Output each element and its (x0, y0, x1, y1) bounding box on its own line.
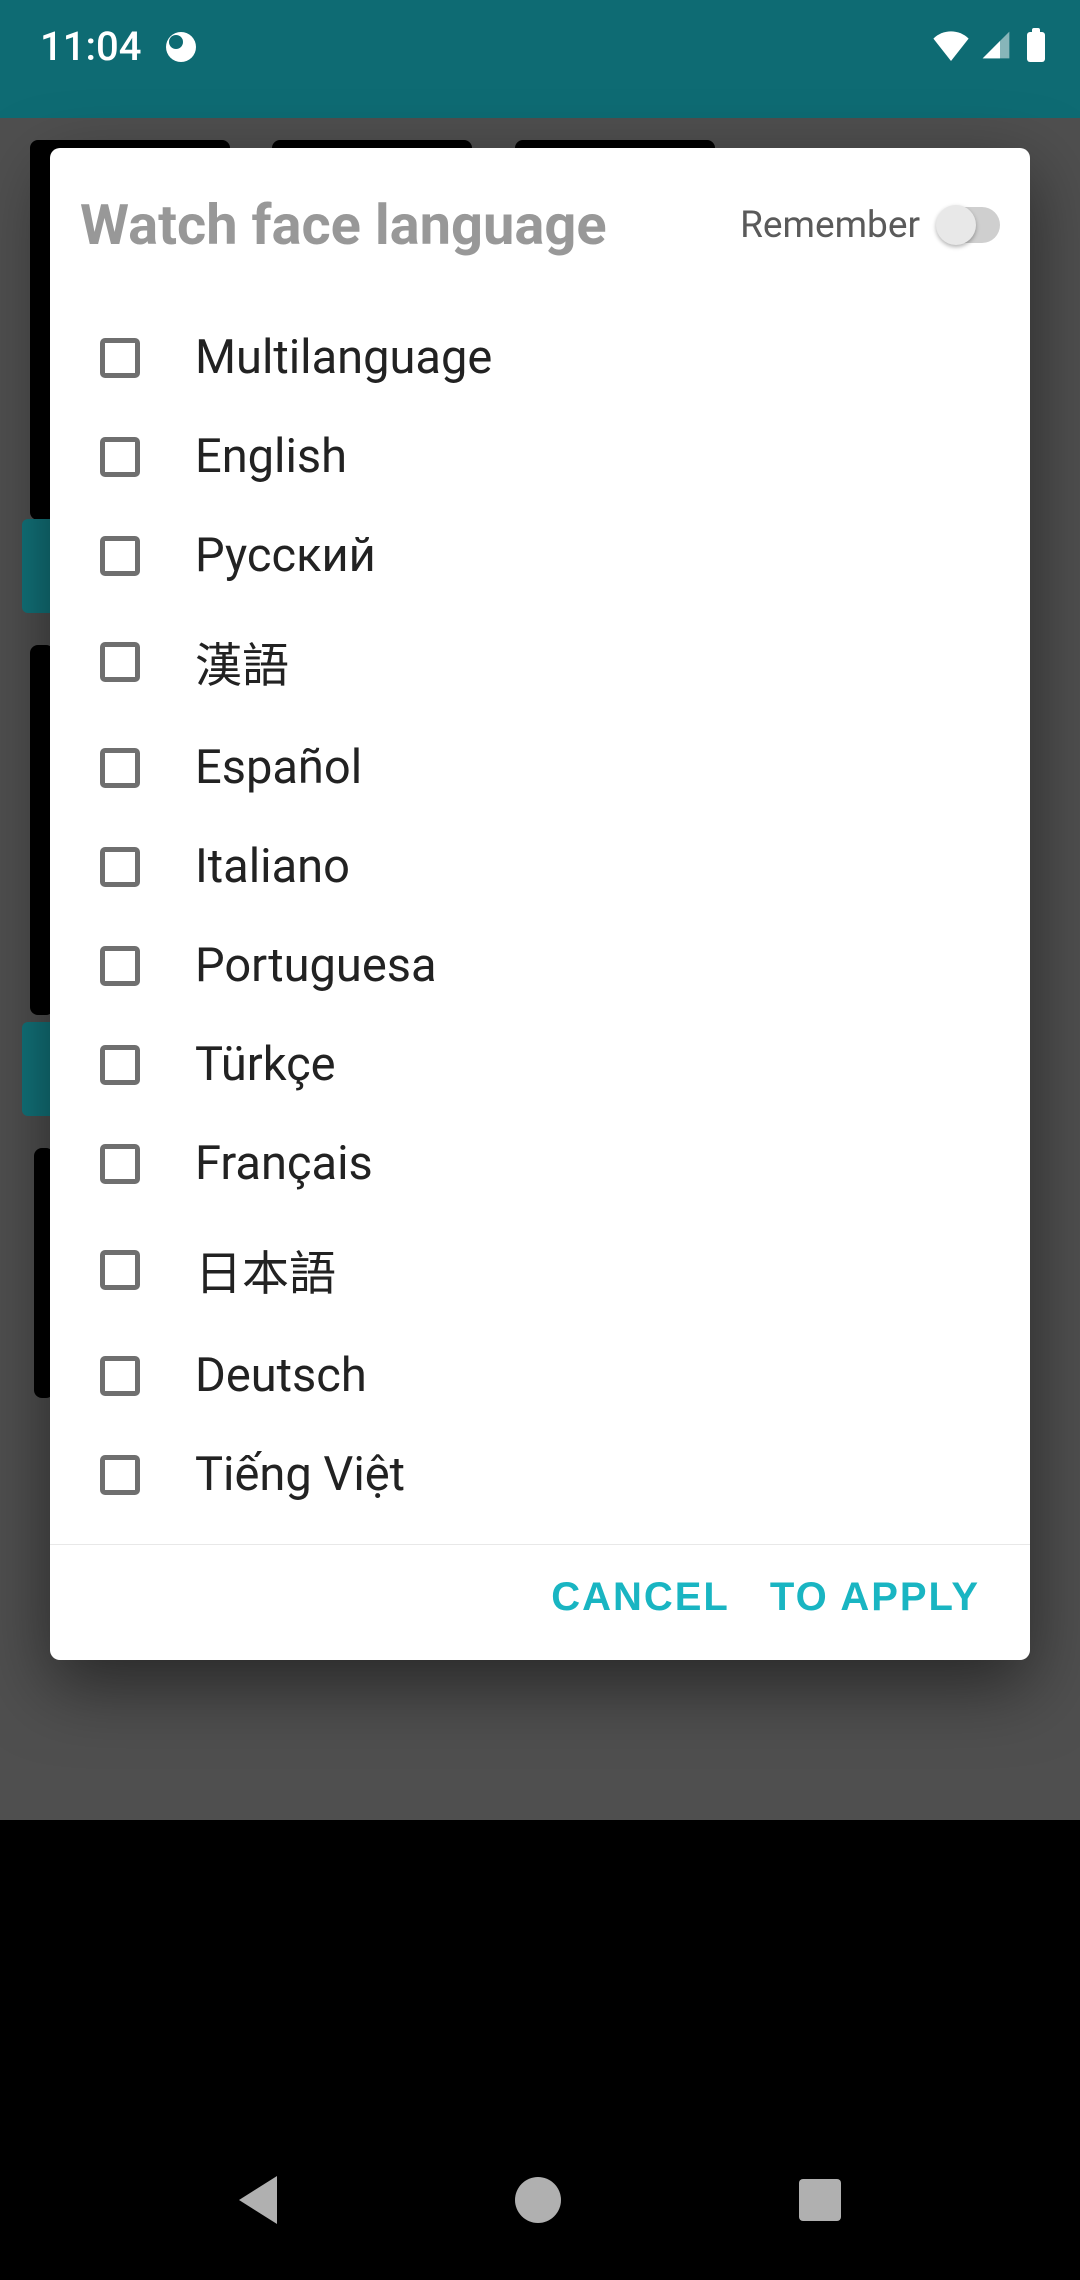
status-right (931, 29, 1045, 65)
status-time: 11:04 (40, 23, 141, 70)
language-checkbox[interactable] (100, 642, 140, 682)
battery-icon (1027, 32, 1045, 62)
language-list[interactable]: Multilanguage English Русский 漢語 Español Ital… (50, 278, 1030, 1544)
language-row[interactable]: Deutsch (50, 1326, 1030, 1425)
nav-home-icon[interactable] (515, 2177, 561, 2223)
language-row[interactable]: Русский (50, 506, 1030, 605)
language-label: Tiếng Việt (195, 1447, 405, 1502)
language-row[interactable]: 日本語 (50, 1213, 1030, 1326)
remember-toggle-group: Remember (740, 204, 1000, 247)
language-checkbox[interactable] (100, 536, 140, 576)
language-label: Deutsch (195, 1348, 367, 1403)
language-label: Italiano (195, 839, 350, 894)
language-row[interactable]: Tiếng Việt (50, 1425, 1030, 1524)
language-checkbox[interactable] (100, 1045, 140, 1085)
language-row[interactable]: Español (50, 718, 1030, 817)
dialog-header: Watch face language Remember (50, 148, 1030, 278)
language-dialog: Watch face language Remember Multilangua… (50, 148, 1030, 1660)
cellular-signal-icon (979, 29, 1013, 65)
language-label: Türkçe (195, 1037, 336, 1092)
apply-button[interactable]: TO APPLY (770, 1575, 980, 1620)
language-row[interactable]: Français (50, 1114, 1030, 1213)
language-checkbox[interactable] (100, 946, 140, 986)
language-row[interactable]: Italiano (50, 817, 1030, 916)
language-checkbox[interactable] (100, 1455, 140, 1495)
language-row[interactable]: Türkçe (50, 1015, 1030, 1114)
language-checkbox[interactable] (100, 437, 140, 477)
language-label: Multilanguage (195, 330, 492, 385)
language-label: Portuguesa (195, 938, 437, 993)
language-row[interactable]: 漢語 (50, 605, 1030, 718)
language-label: Español (195, 740, 362, 795)
navigation-bar (0, 2120, 1080, 2280)
language-checkbox[interactable] (100, 338, 140, 378)
language-label: Русский (195, 528, 376, 583)
language-row[interactable]: Portuguesa (50, 916, 1030, 1015)
nav-recent-icon[interactable] (799, 2179, 841, 2221)
status-bar: 11:04 (0, 0, 1080, 118)
language-label: 漢語 (195, 627, 289, 696)
remember-label: Remember (740, 204, 920, 247)
language-row[interactable]: Multilanguage (50, 308, 1030, 407)
language-checkbox[interactable] (100, 748, 140, 788)
nav-back-icon[interactable] (239, 2176, 277, 2224)
dialog-footer: CANCEL TO APPLY (50, 1544, 1030, 1660)
language-checkbox[interactable] (100, 1144, 140, 1184)
wifi-icon (931, 29, 971, 65)
language-label: English (195, 429, 347, 484)
app-status-icon (166, 32, 196, 62)
language-label: 日本語 (195, 1235, 336, 1304)
status-left: 11:04 (40, 23, 196, 70)
language-row[interactable]: English (50, 407, 1030, 506)
language-checkbox[interactable] (100, 847, 140, 887)
cancel-button[interactable]: CANCEL (551, 1575, 730, 1620)
language-label: Français (195, 1136, 373, 1191)
language-checkbox[interactable] (100, 1356, 140, 1396)
remember-toggle[interactable] (938, 207, 1000, 243)
dialog-title: Watch face language (80, 192, 607, 258)
language-checkbox[interactable] (100, 1250, 140, 1290)
